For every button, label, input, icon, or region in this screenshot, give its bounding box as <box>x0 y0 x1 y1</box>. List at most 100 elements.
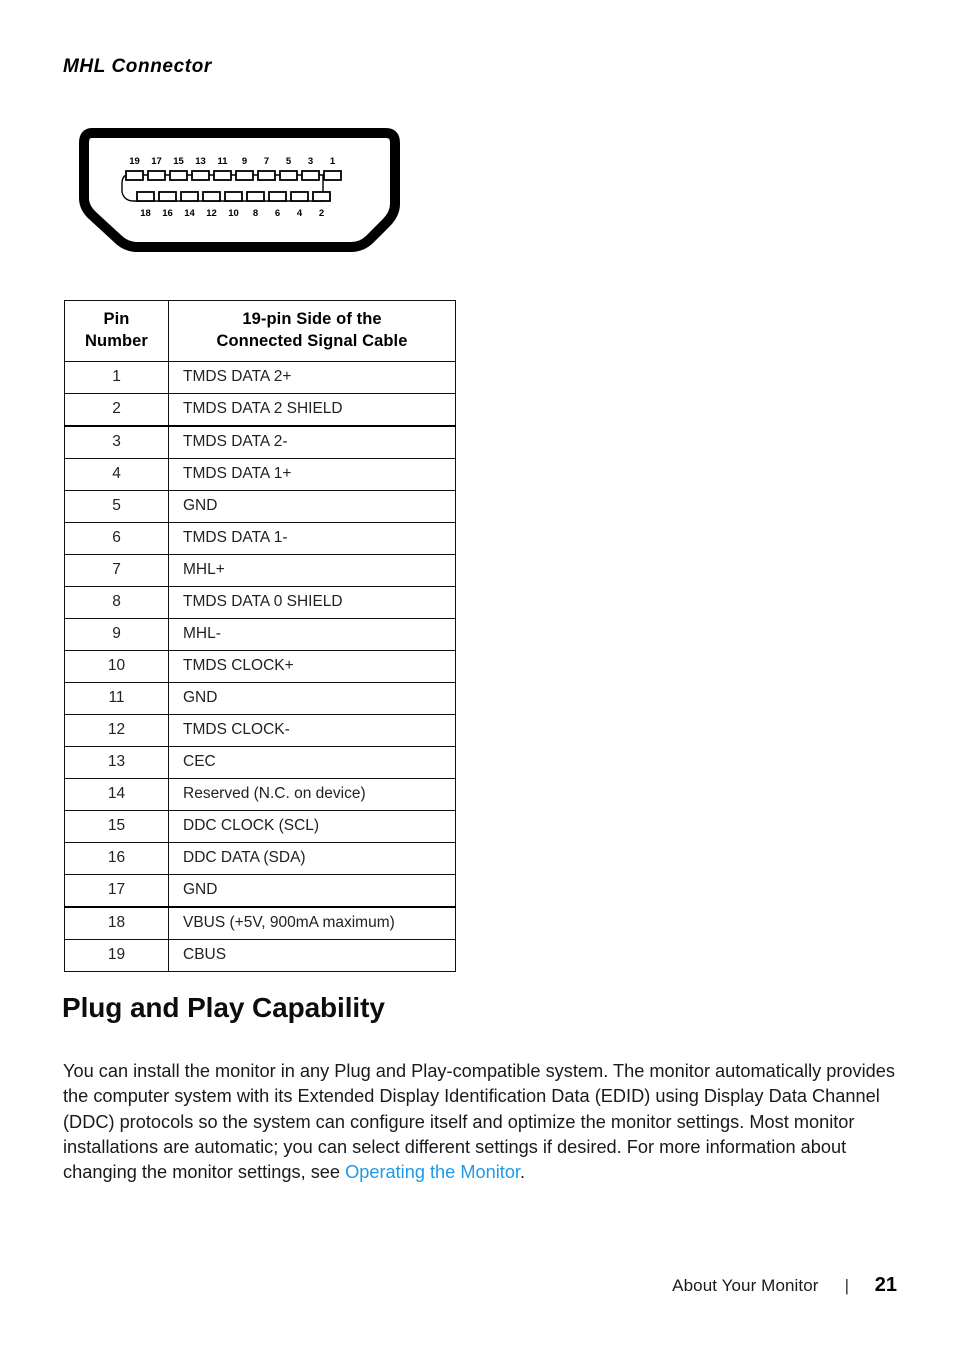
cell-signal-name: TMDS DATA 0 SHIELD <box>168 585 456 619</box>
connector-outline-svg: 19 17 15 13 11 9 7 5 3 1 18 16 14 12 10 … <box>79 128 400 252</box>
cell-signal-name: MHL+ <box>168 553 456 587</box>
cell-signal-name: GND <box>168 873 456 908</box>
column-header-signal-line2: Connected Signal Cable <box>216 332 408 351</box>
table-row: 19 CBUS <box>64 938 456 972</box>
column-header-pin-number-line2: Number <box>85 332 148 351</box>
cell-signal-name: TMDS DATA 2- <box>168 424 456 459</box>
cell-pin-number: 4 <box>64 457 169 491</box>
column-header-pin-number: Pin Number <box>64 300 169 362</box>
cell-signal-name: GND <box>168 489 456 523</box>
table-row: 7 MHL+ <box>64 553 456 587</box>
cell-signal-name: TMDS CLOCK- <box>168 713 456 747</box>
table-row: 17 GND <box>64 873 456 908</box>
mhl-connector-diagram: 19 17 15 13 11 9 7 5 3 1 18 16 14 12 10 … <box>78 128 400 254</box>
cell-signal-name: CEC <box>168 745 456 779</box>
cell-pin-number: 6 <box>64 521 169 555</box>
table-row: 1 TMDS DATA 2+ <box>64 360 456 394</box>
footer-page-number: 21 <box>874 1274 897 1296</box>
cell-pin-number: 2 <box>64 392 169 427</box>
table-row: 12 TMDS CLOCK- <box>64 713 456 747</box>
cell-pin-number: 7 <box>64 553 169 587</box>
pin-label-17: 17 <box>151 156 162 167</box>
table-row: 3 TMDS DATA 2- <box>64 424 456 459</box>
cell-pin-number: 3 <box>64 424 169 459</box>
section-heading-mhl-connector: MHL Connector <box>63 56 212 77</box>
pin-label-5: 5 <box>286 156 292 167</box>
table-row: 13 CEC <box>64 745 456 779</box>
cell-signal-name: TMDS DATA 2+ <box>168 360 456 394</box>
cell-signal-name: GND <box>168 681 456 715</box>
cell-pin-number: 12 <box>64 713 169 747</box>
page-footer: About Your Monitor | 21 <box>0 1274 954 1304</box>
pin-label-13: 13 <box>195 156 206 167</box>
cell-signal-name: TMDS DATA 2 SHIELD <box>168 392 456 427</box>
table-header-row: Pin Number 19-pin Side of the Connected … <box>64 300 456 362</box>
cell-signal-name: Reserved (N.C. on device) <box>168 777 456 811</box>
cell-pin-number: 15 <box>64 809 169 843</box>
table-row: 10 TMDS CLOCK+ <box>64 649 456 683</box>
cell-signal-name: MHL- <box>168 617 456 651</box>
table-row: 16 DDC DATA (SDA) <box>64 841 456 875</box>
link-operating-the-monitor[interactable]: Operating the Monitor <box>345 1162 520 1182</box>
table-body: 1 TMDS DATA 2+ 2 TMDS DATA 2 SHIELD 3 TM… <box>64 360 456 972</box>
cell-signal-name: TMDS DATA 1- <box>168 521 456 555</box>
footer-separator: | <box>844 1276 849 1295</box>
column-header-pin-number-line1: Pin <box>103 310 130 328</box>
table-row: 18 VBUS (+5V, 900mA maximum) <box>64 905 456 940</box>
pin-label-7: 7 <box>264 156 269 167</box>
footer-chapter-label: About Your Monitor <box>672 1276 819 1295</box>
cell-pin-number: 8 <box>64 585 169 619</box>
pin-label-4: 4 <box>297 208 303 219</box>
cell-pin-number: 1 <box>64 360 169 394</box>
plug-and-play-description: You can install the monitor in any Plug … <box>63 1059 901 1185</box>
pin-label-8: 8 <box>253 208 258 219</box>
cell-pin-number: 9 <box>64 617 169 651</box>
cell-signal-name: DDC DATA (SDA) <box>168 841 456 875</box>
column-header-signal-cable: 19-pin Side of the Connected Signal Cabl… <box>168 300 456 362</box>
mhl-pin-assignment-table: Pin Number 19-pin Side of the Connected … <box>64 300 456 972</box>
pin-label-15: 15 <box>173 156 184 167</box>
table-row: 8 TMDS DATA 0 SHIELD <box>64 585 456 619</box>
cell-pin-number: 14 <box>64 777 169 811</box>
pin-label-9: 9 <box>242 156 247 167</box>
cell-signal-name: CBUS <box>168 938 456 972</box>
pin-label-18: 18 <box>140 208 151 219</box>
footer-content: About Your Monitor | 21 <box>672 1274 897 1297</box>
cell-signal-name: TMDS DATA 1+ <box>168 457 456 491</box>
pin-label-6: 6 <box>275 208 280 219</box>
table-row: 6 TMDS DATA 1- <box>64 521 456 555</box>
pin-label-1: 1 <box>330 156 336 167</box>
table-row: 5 GND <box>64 489 456 523</box>
pin-label-19: 19 <box>129 156 140 167</box>
cell-pin-number: 10 <box>64 649 169 683</box>
cell-signal-name: VBUS (+5V, 900mA maximum) <box>168 905 456 940</box>
table-row: 4 TMDS DATA 1+ <box>64 457 456 491</box>
pin-label-10: 10 <box>228 208 239 219</box>
page-title-plug-and-play: Plug and Play Capability <box>62 992 385 1023</box>
pin-label-12: 12 <box>206 208 217 219</box>
cell-pin-number: 17 <box>64 873 169 908</box>
cell-pin-number: 11 <box>64 681 169 715</box>
table-row: 2 TMDS DATA 2 SHIELD <box>64 392 456 427</box>
cell-pin-number: 16 <box>64 841 169 875</box>
pin-label-14: 14 <box>184 208 195 219</box>
cell-signal-name: TMDS CLOCK+ <box>168 649 456 683</box>
cell-pin-number: 18 <box>64 905 169 940</box>
table-row: 14 Reserved (N.C. on device) <box>64 777 456 811</box>
table-row: 9 MHL- <box>64 617 456 651</box>
pin-label-3: 3 <box>308 156 313 167</box>
cell-pin-number: 13 <box>64 745 169 779</box>
table-row: 15 DDC CLOCK (SCL) <box>64 809 456 843</box>
table-row: 11 GND <box>64 681 456 715</box>
top-pin-row: 19 17 15 13 11 9 7 5 3 1 <box>125 156 342 181</box>
paragraph-text-after-link: . <box>519 1162 526 1182</box>
pin-label-11: 11 <box>217 156 228 167</box>
cell-pin-number: 19 <box>64 938 169 972</box>
bottom-pin-row: 18 16 14 12 10 8 6 4 2 <box>136 191 331 219</box>
pin-label-2: 2 <box>319 208 324 219</box>
pin-label-16: 16 <box>162 208 173 219</box>
connector-shell-outline <box>79 128 400 252</box>
column-header-signal-line1: 19-pin Side of the <box>242 310 382 328</box>
cell-signal-name: DDC CLOCK (SCL) <box>168 809 456 843</box>
cell-pin-number: 5 <box>64 489 169 523</box>
